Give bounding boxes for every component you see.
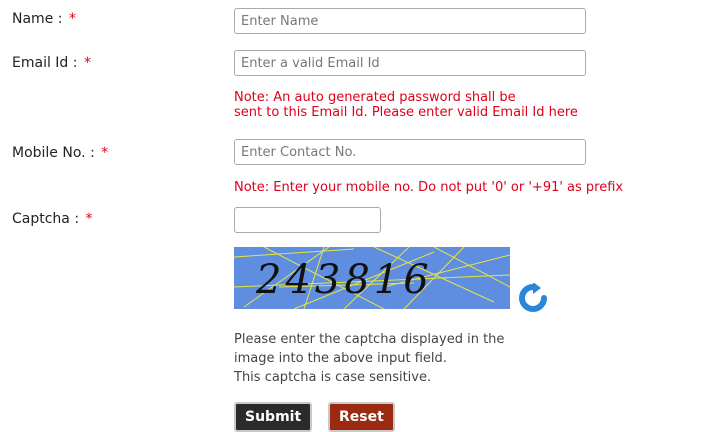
captcha-required-mark: * [85, 211, 93, 227]
email-required-mark: * [83, 55, 91, 71]
refresh-captcha-icon[interactable] [518, 282, 548, 313]
captcha-help-line-3: This captcha is case sensitive. [234, 370, 432, 385]
captcha-label: Captcha : * [12, 211, 93, 227]
email-note-line-1: Note: An auto generated password shall b… [234, 90, 516, 105]
captcha-help-line-2: image into the above input field. [234, 351, 447, 366]
captcha-code: 243816 [255, 257, 433, 303]
name-input[interactable] [234, 8, 586, 34]
email-note: Note: An auto generated password shall b… [234, 90, 578, 120]
captcha-help-text: Please enter the captcha displayed in th… [234, 330, 504, 387]
mobile-label-text: Mobile No. : [12, 145, 95, 161]
captcha-help-line-1: Please enter the captcha displayed in th… [234, 332, 505, 347]
email-label-text: Email Id : [12, 55, 78, 71]
captcha-input[interactable] [234, 207, 381, 233]
mobile-note: Note: Enter your mobile no. Do not put '… [234, 180, 624, 195]
mobile-label: Mobile No. : * [12, 145, 108, 161]
email-label: Email Id : * [12, 55, 91, 71]
captcha-image: 243816 [234, 247, 510, 309]
mobile-input[interactable] [234, 139, 586, 165]
captcha-label-text: Captcha : [12, 211, 80, 227]
name-label-text: Name : [12, 11, 63, 27]
name-label: Name : * [12, 11, 76, 27]
name-required-mark: * [68, 11, 76, 27]
email-input[interactable] [234, 50, 586, 76]
mobile-required-mark: * [101, 145, 109, 161]
email-note-line-2: sent to this Email Id. Please enter vali… [234, 105, 578, 120]
